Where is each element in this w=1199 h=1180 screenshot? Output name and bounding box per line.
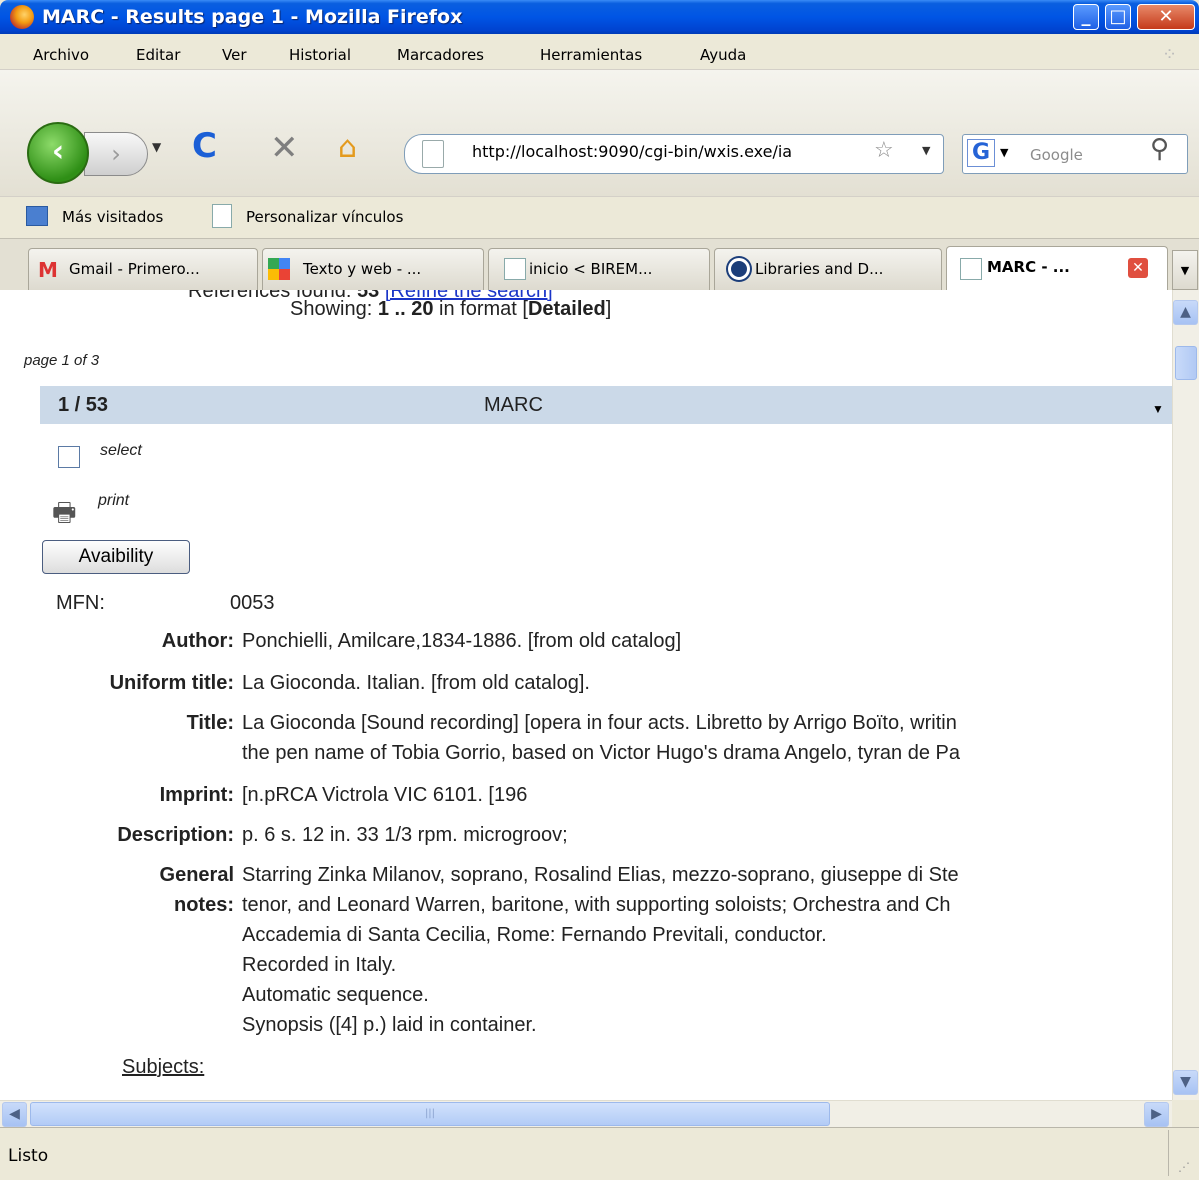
- notes-label-2: notes:: [174, 894, 234, 916]
- uniform-title-value: La Gioconda. Italian. [from old catalog]…: [242, 672, 590, 694]
- navigation-toolbar: [0, 70, 1199, 196]
- firefox-logo-icon: [10, 5, 34, 29]
- notes-line-1: Starring Zinka Milanov, soprano, Rosalin…: [242, 864, 959, 886]
- horizontal-scroll-thumb[interactable]: |||: [30, 1102, 830, 1126]
- page-info: page 1 of 3: [24, 352, 100, 369]
- bookmark-star-icon[interactable]: ☆: [874, 138, 894, 163]
- vertical-scroll-thumb[interactable]: [1175, 346, 1197, 380]
- description-value: p. 6 s. 12 in. 33 1/3 rpm. microgroov;: [242, 824, 568, 846]
- title-line-2: the pen name of Tobia Gorrio, based on V…: [242, 742, 960, 764]
- menu-ver[interactable]: Ver: [222, 46, 247, 64]
- gmail-icon: M: [38, 258, 58, 282]
- minimize-button[interactable]: _: [1073, 4, 1099, 30]
- page-icon: [960, 258, 982, 280]
- url-text[interactable]: http://localhost:9090/cgi-bin/wxis.exe/i…: [472, 142, 872, 161]
- format-value: Detailed: [527, 298, 606, 320]
- search-icon[interactable]: ⚲: [1150, 134, 1169, 164]
- tab-label: MARC - ...: [987, 258, 1070, 276]
- bookmark-mas-visitados[interactable]: Más visitados: [62, 208, 163, 226]
- reload-icon[interactable]: C: [192, 126, 217, 166]
- back-button[interactable]: ‹: [27, 122, 89, 184]
- record-counter: 1 / 53: [58, 394, 109, 416]
- menu-ayuda[interactable]: Ayuda: [700, 46, 746, 64]
- google-engine-icon[interactable]: G: [967, 139, 995, 167]
- menu-historial[interactable]: Historial: [289, 46, 351, 64]
- scroll-right-icon[interactable]: ▶: [1144, 1102, 1169, 1127]
- mfn-value: 0053: [230, 592, 275, 614]
- bookmark-page-icon: [212, 204, 232, 228]
- resize-grip-icon[interactable]: ⋰: [1178, 1160, 1190, 1174]
- print-icon[interactable]: 🖶: [52, 494, 88, 527]
- showing-range: 1 .. 20: [377, 298, 434, 320]
- record-header: [40, 386, 1172, 424]
- stop-icon[interactable]: ✕: [270, 128, 299, 168]
- imprint-label: Imprint:: [159, 784, 234, 806]
- scroll-up-icon[interactable]: ▲: [1173, 300, 1198, 325]
- close-tab-icon[interactable]: ✕: [1128, 258, 1148, 278]
- author-value: Ponchielli, Amilcare,1834-1886. [from ol…: [242, 630, 682, 652]
- tab-gmail[interactable]: Gmail - Primero...: [28, 248, 258, 290]
- page-icon: [504, 258, 526, 280]
- record-format: MARC: [484, 394, 543, 416]
- status-bar: [0, 1127, 1199, 1180]
- bookmarks-bar: [0, 196, 1199, 238]
- tab-label: Libraries and D...: [755, 260, 884, 278]
- select-label: select: [100, 442, 142, 459]
- tab-label: inicio < BIREM...: [529, 260, 653, 278]
- title-bar[interactable]: MARC - Results page 1 - Mozilla Firefox: [0, 0, 1199, 34]
- author-label: Author:: [161, 630, 234, 652]
- select-checkbox[interactable]: [58, 446, 80, 468]
- maximize-button[interactable]: □: [1105, 4, 1131, 30]
- most-visited-icon: [26, 206, 48, 226]
- menu-marcadores[interactable]: Marcadores: [397, 46, 484, 64]
- scroll-left-icon[interactable]: ◀: [2, 1102, 27, 1127]
- showing-label: Showing:: [290, 298, 373, 320]
- page-icon: [422, 140, 444, 168]
- showing-line: Showing: 1 .. 20 in format [Detailed]: [290, 298, 611, 321]
- title-label: Title:: [186, 712, 234, 734]
- notes-line-6: Synopsis ([4] p.) laid in container.: [242, 1014, 537, 1036]
- subjects-label[interactable]: Subjects:: [122, 1056, 204, 1079]
- page-content: References found: 53 [Refine the search]…: [0, 290, 1172, 1100]
- title-line-1: La Gioconda [Sound recording] [opera in …: [242, 712, 957, 734]
- format-label: in format [: [439, 298, 528, 320]
- vertical-scrollbar[interactable]: [1172, 290, 1199, 1100]
- forward-button[interactable]: ›: [84, 132, 148, 176]
- menu-archivo[interactable]: Archivo: [33, 46, 89, 64]
- menu-editar[interactable]: Editar: [136, 46, 180, 64]
- url-dropdown-icon[interactable]: ▼: [922, 144, 930, 157]
- notes-line-4: Recorded in Italy.: [242, 954, 397, 976]
- notes-line-5: Automatic sequence.: [242, 984, 429, 1006]
- status-text: Listo: [8, 1146, 49, 1166]
- notes-line-2: tenor, and Leonard Warren, baritone, wit…: [242, 894, 951, 916]
- tab-label: Gmail - Primero...: [69, 260, 200, 278]
- collapse-icon[interactable]: ▼: [1152, 402, 1164, 416]
- format-end: ]: [605, 298, 612, 320]
- tab-label: Texto y web - ...: [303, 260, 422, 278]
- uniform-title-label: Uniform title:: [109, 672, 234, 694]
- libraries-icon: [728, 258, 750, 280]
- notes-label-1: General: [159, 864, 234, 886]
- google-icon: [268, 258, 290, 280]
- window-title: MARC - Results page 1 - Mozilla Firefox: [42, 6, 463, 28]
- all-tabs-button[interactable]: ▼: [1172, 250, 1198, 290]
- tab-texto-web[interactable]: Texto y web - ...: [262, 248, 484, 290]
- home-icon[interactable]: ⌂: [338, 130, 357, 165]
- engine-dropdown-icon[interactable]: ▼: [1000, 146, 1008, 159]
- close-window-button[interactable]: ✕: [1137, 4, 1195, 30]
- history-dropdown-icon[interactable]: ▼: [152, 140, 161, 154]
- mfn-label: MFN:: [56, 592, 105, 614]
- scroll-down-icon[interactable]: ▼: [1173, 1070, 1198, 1095]
- notes-line-3: Accademia di Santa Cecilia, Rome: Fernan…: [242, 924, 827, 946]
- print-label[interactable]: print: [98, 492, 129, 510]
- status-divider: [1168, 1130, 1169, 1176]
- imprint-value: [n.pRCA Victrola VIC 6101. [196: [242, 784, 528, 806]
- search-input[interactable]: Google: [1030, 146, 1083, 164]
- menu-herramientas[interactable]: Herramientas: [540, 46, 642, 64]
- description-label: Description:: [117, 824, 234, 846]
- throbber-icon: ⁘: [1162, 44, 1178, 65]
- availability-button[interactable]: Avaibility: [42, 540, 190, 574]
- bookmark-personalizar[interactable]: Personalizar vínculos: [246, 208, 403, 226]
